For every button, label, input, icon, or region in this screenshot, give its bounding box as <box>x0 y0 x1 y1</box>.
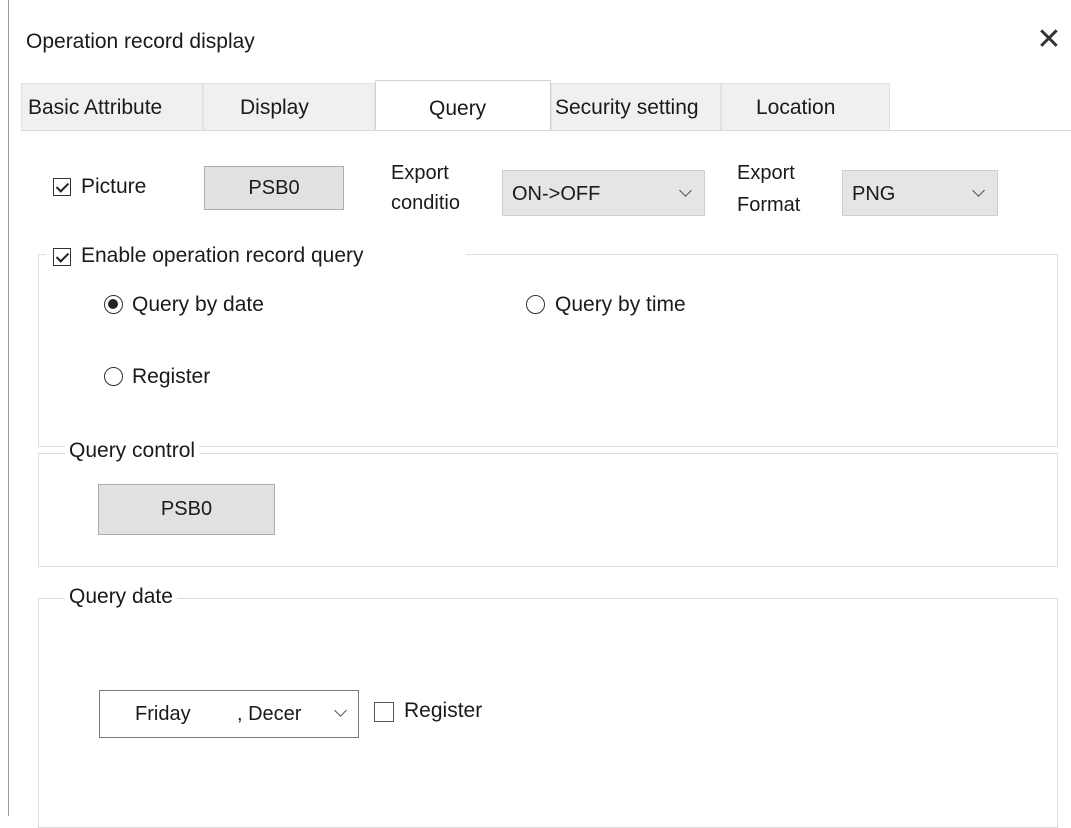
tab-query[interactable]: Query <box>375 80 551 130</box>
query-date-legend: Query date <box>65 585 177 609</box>
export-condition-select[interactable]: ON->OFF <box>502 170 705 216</box>
window-title: Operation record display <box>26 30 255 53</box>
picture-checkbox[interactable] <box>53 178 71 196</box>
enable-query-label: Enable operation record query <box>81 244 364 267</box>
chevron-down-icon <box>334 704 347 717</box>
chevron-down-icon <box>972 184 985 197</box>
tab-security-setting[interactable]: Security setting <box>551 83 721 130</box>
export-format-select[interactable]: PNG <box>842 170 998 216</box>
tab-content-border <box>21 130 1071 131</box>
picture-label: Picture <box>81 175 147 198</box>
operation-record-dialog: Operation record display ✕ Basic Attribu… <box>9 0 1071 828</box>
title-bar: Operation record display ✕ <box>9 0 1071 78</box>
tab-display[interactable]: Display <box>203 83 375 130</box>
date-month: , Decer <box>237 703 302 725</box>
query-by-time-radio[interactable] <box>526 295 545 314</box>
date-register-label: Register <box>404 699 483 722</box>
query-by-date-radio[interactable] <box>104 295 123 314</box>
export-condition-label-line1: Export <box>391 162 449 184</box>
enable-query-group <box>38 254 1058 447</box>
picture-address-button[interactable]: PSB0 <box>204 166 344 210</box>
tab-bar: Basic Attribute Display Query Security s… <box>21 80 890 131</box>
date-weekday: Friday <box>135 703 191 725</box>
tab-basic-attribute[interactable]: Basic Attribute <box>21 83 203 130</box>
chevron-down-icon <box>679 184 692 197</box>
register-radio-label: Register <box>132 365 211 388</box>
register-radio[interactable] <box>104 367 123 386</box>
enable-query-legend: Enable operation record query <box>46 242 466 272</box>
query-by-date-label: Query by date <box>132 293 264 316</box>
enable-query-checkbox[interactable] <box>53 248 71 266</box>
close-icon[interactable]: ✕ <box>1027 18 1071 62</box>
query-control-legend: Query control <box>65 439 200 463</box>
export-condition-value: ON->OFF <box>512 183 601 205</box>
export-format-value: PNG <box>852 183 896 205</box>
export-format-label-line1: Export <box>737 162 795 184</box>
tab-location[interactable]: Location <box>721 83 890 130</box>
date-picker[interactable]: Friday , Decer <box>99 690 359 738</box>
export-condition-label-line2: conditio <box>391 192 460 214</box>
query-control-button[interactable]: PSB0 <box>98 484 275 535</box>
export-format-label-line2: Format <box>737 194 801 216</box>
query-by-time-label: Query by time <box>555 293 686 316</box>
date-register-checkbox[interactable] <box>374 702 394 722</box>
